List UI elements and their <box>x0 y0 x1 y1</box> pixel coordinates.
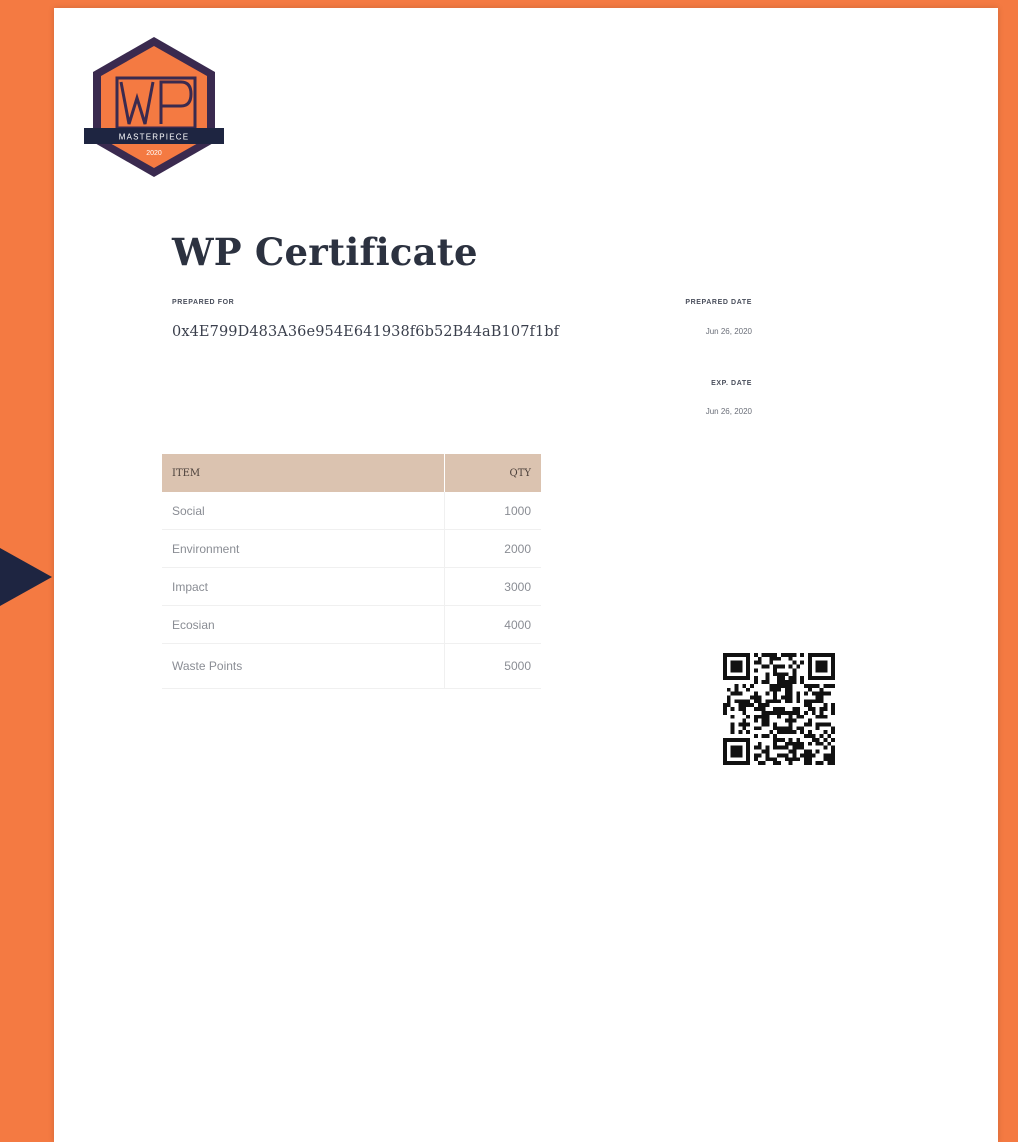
recipient-address: 0x4E799D483A36e954E641938f6b52B44aB107f1… <box>172 324 560 340</box>
prepared-date-value: Jun 26, 2020 <box>705 327 752 336</box>
row-qty: 5000 <box>444 643 541 689</box>
table-row: Impact 3000 <box>162 567 541 606</box>
row-qty: 1000 <box>444 492 541 530</box>
table-row: Social 1000 <box>162 492 541 530</box>
slide-arrow-icon <box>0 548 52 606</box>
logo-year-text: 2020 <box>146 150 162 157</box>
exp-date-label: EXP. DATE <box>711 380 752 387</box>
row-item: Environment <box>162 529 445 568</box>
exp-date-value: Jun 26, 2020 <box>705 407 752 416</box>
certificate-title: WP Certificate <box>172 230 478 274</box>
items-table: ITEM QTY Social 1000 Environment 2000 Im… <box>162 454 541 689</box>
table-row: Environment 2000 <box>162 529 541 568</box>
masterpiece-logo: MASTERPIECE 2020 <box>84 37 224 177</box>
prepared-for-label: PREPARED FOR <box>172 299 235 306</box>
qr-code-icon <box>723 653 835 765</box>
row-item: Impact <box>162 567 445 606</box>
table-row: Waste Points 5000 <box>162 643 541 689</box>
row-qty: 3000 <box>444 567 541 606</box>
table-row: Ecosian 4000 <box>162 605 541 644</box>
header-qty: QTY <box>444 454 541 492</box>
logo-banner-text: MASTERPIECE <box>119 133 190 142</box>
table-header-row: ITEM QTY <box>162 454 541 492</box>
header-item: ITEM <box>162 454 445 492</box>
row-item: Ecosian <box>162 605 445 644</box>
prepared-date-label: PREPARED DATE <box>685 299 752 306</box>
row-qty: 4000 <box>444 605 541 644</box>
row-item: Social <box>162 492 445 530</box>
certificate-sheet: MASTERPIECE 2020 WP Certificate PREPARED… <box>54 8 998 1142</box>
row-item: Waste Points <box>162 643 445 689</box>
row-qty: 2000 <box>444 529 541 568</box>
